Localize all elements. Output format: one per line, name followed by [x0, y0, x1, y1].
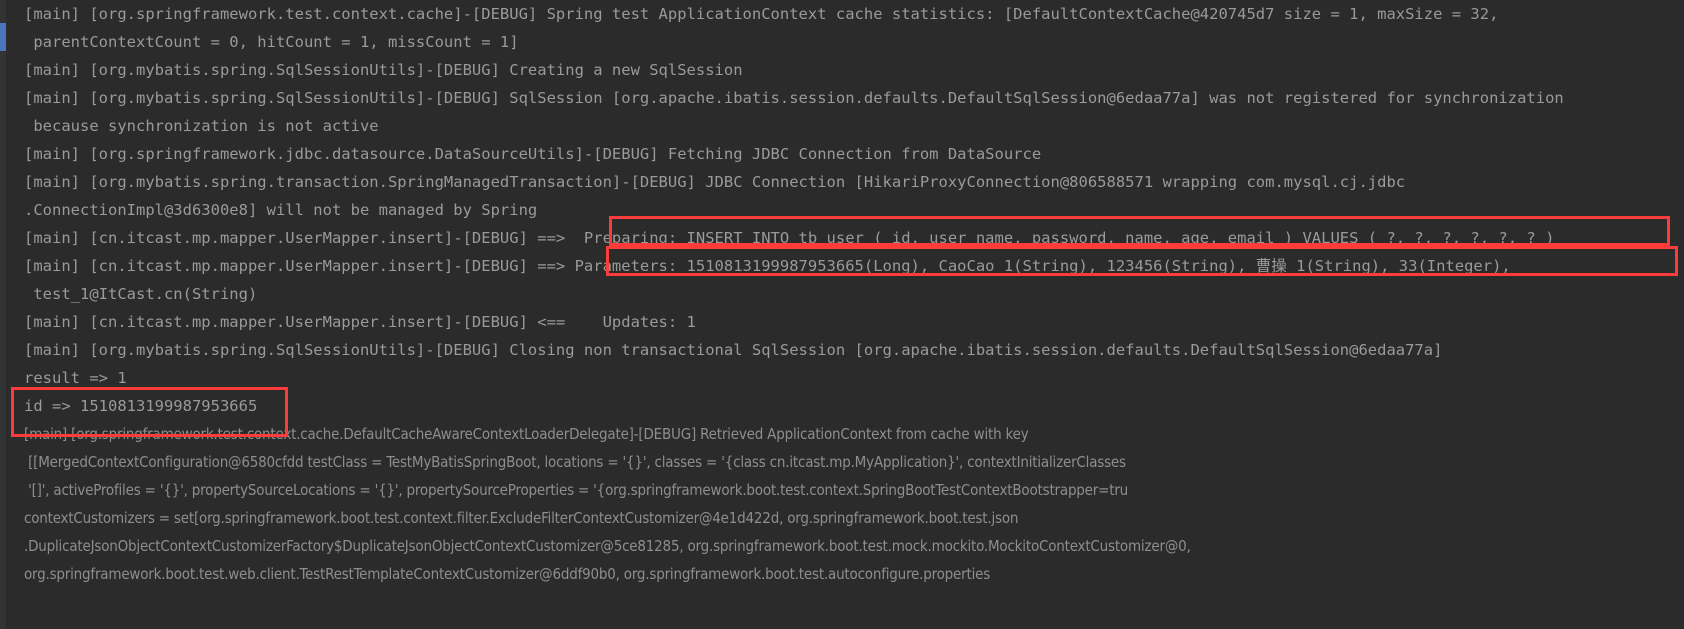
log-line: '[]', activeProfiles = '{}', propertySou…: [24, 481, 1129, 499]
editor-gutter[interactable]: [0, 0, 6, 629]
log-line: [main] [org.springframework.test.context…: [24, 5, 1499, 23]
log-line: parentContextCount = 0, hitCount = 1, mi…: [24, 33, 519, 51]
log-line: [main] [cn.itcast.mp.mapper.UserMapper.i…: [24, 229, 1555, 247]
log-line: id => 1510813199987953665: [24, 397, 258, 415]
log-output-text[interactable]: [main] [org.springframework.test.context…: [0, 0, 1684, 629]
log-line: because synchronization is not active: [24, 117, 379, 135]
log-line: [main] [org.mybatis.spring.SqlSessionUti…: [24, 61, 743, 79]
log-line: .DuplicateJsonObjectContextCustomizerFac…: [24, 537, 1191, 555]
log-line: [[MergedContextConfiguration@6580cfdd te…: [24, 453, 1126, 471]
log-line: [main] [cn.itcast.mp.mapper.UserMapper.i…: [24, 257, 1511, 275]
log-line: [main] [org.springframework.test.context…: [24, 425, 1029, 443]
log-line: [main] [cn.itcast.mp.mapper.UserMapper.i…: [24, 313, 696, 331]
console-log-panel[interactable]: [main] [org.springframework.test.context…: [0, 0, 1684, 629]
log-line: [main] [org.mybatis.spring.SqlSessionUti…: [24, 341, 1443, 359]
log-line: [main] [org.springframework.jdbc.datasou…: [24, 145, 1042, 163]
log-line: [main] [org.mybatis.spring.transaction.S…: [24, 173, 1406, 191]
gutter-change-marker: [0, 23, 6, 51]
log-line: [main] [org.mybatis.spring.SqlSessionUti…: [24, 89, 1564, 107]
log-line: org.springframework.boot.test.web.client…: [24, 565, 991, 583]
log-line: .ConnectionImpl@3d6300e8] will not be ma…: [24, 201, 538, 219]
log-line: contextCustomizers = set[org.springframe…: [24, 509, 1019, 527]
log-line: test_1@ItCast.cn(String): [24, 285, 258, 303]
log-line: result => 1: [24, 369, 127, 387]
